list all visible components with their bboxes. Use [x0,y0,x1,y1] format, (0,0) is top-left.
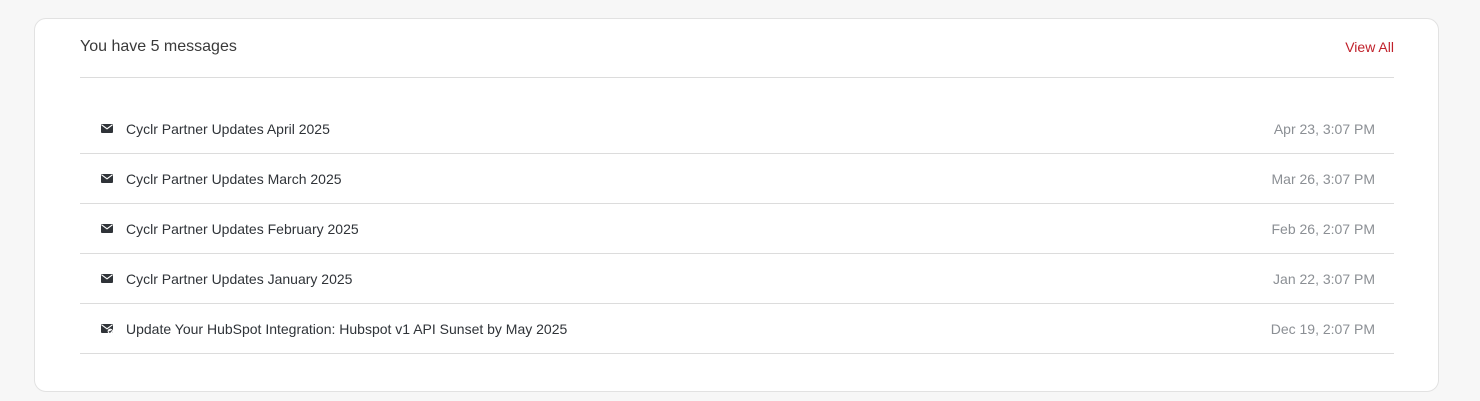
message-time: Apr 23, 3:07 PM [1273,120,1375,137]
message-subject: Update Your HubSpot Integration: Hubspot… [126,320,568,337]
message-time: Mar 26, 3:07 PM [1271,170,1376,187]
envelope-icon [101,174,113,184]
message-row[interactable]: Cyclr Partner Updates February 2025 Feb … [80,204,1394,254]
message-subject: Cyclr Partner Updates March 2025 [126,170,342,187]
message-time: Feb 26, 2:07 PM [1271,220,1375,237]
message-subject: Cyclr Partner Updates January 2025 [126,270,353,287]
message-row[interactable]: Update Your HubSpot Integration: Hubspot… [80,304,1394,354]
message-subject: Cyclr Partner Updates February 2025 [126,220,359,237]
message-row[interactable]: Cyclr Partner Updates March 2025 Mar 26,… [80,154,1394,204]
messages-header: You have 5 messages View All [80,19,1394,78]
message-time: Dec 19, 2:07 PM [1270,320,1375,337]
envelope-read-icon [101,323,113,334]
message-list: Cyclr Partner Updates April 2025 Apr 23,… [80,104,1394,354]
message-row[interactable]: Cyclr Partner Updates January 2025 Jan 2… [80,254,1394,304]
view-all-link[interactable]: View All [1345,39,1394,55]
messages-card: You have 5 messages View All Cyclr Partn… [34,18,1439,392]
message-time: Jan 22, 3:07 PM [1273,270,1375,287]
envelope-icon [101,274,113,284]
envelope-icon [101,224,113,234]
messages-title: You have 5 messages [80,37,237,55]
message-row[interactable]: Cyclr Partner Updates April 2025 Apr 23,… [80,104,1394,154]
message-subject: Cyclr Partner Updates April 2025 [126,120,330,137]
envelope-icon [101,124,113,134]
